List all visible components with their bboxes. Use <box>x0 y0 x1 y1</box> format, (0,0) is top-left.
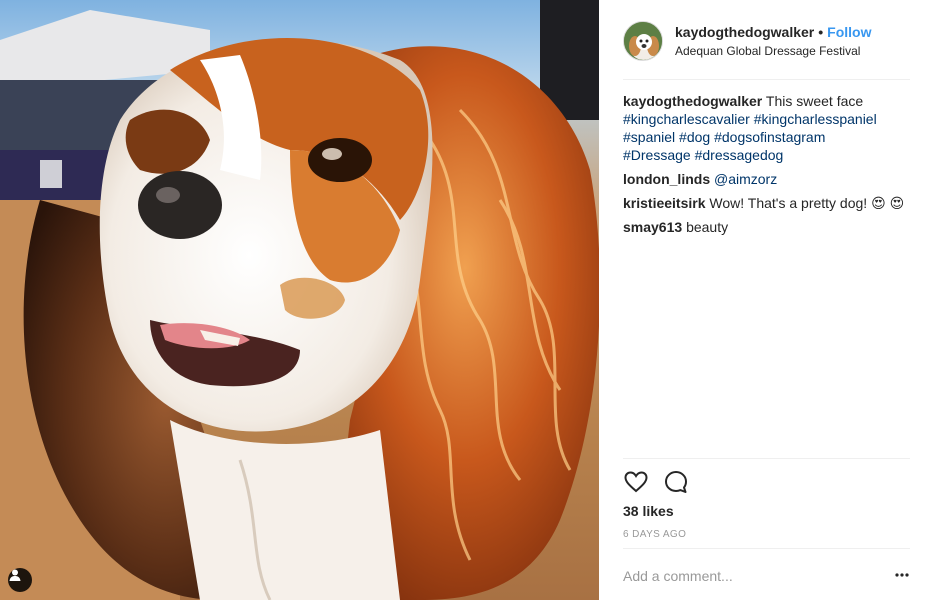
comment-mention[interactable]: @aimzorz <box>714 171 777 187</box>
post-actions: 38 likes 6 DAYS AGO <box>623 458 910 548</box>
comment-emoji: 😍 <box>889 195 905 211</box>
separator-dot: • <box>818 24 824 40</box>
caption-username[interactable]: kaydogthedogwalker <box>623 93 762 109</box>
follow-button[interactable]: Follow <box>827 24 871 40</box>
user-tag-icon[interactable] <box>8 568 32 592</box>
comment-username[interactable]: london_linds <box>623 171 710 187</box>
header-username[interactable]: kaydogthedogwalker <box>675 24 814 40</box>
hashtag[interactable]: #Dressage <box>623 147 691 163</box>
comment-text: Wow! That's a pretty dog! 😍 <box>709 195 886 211</box>
list-item: kristieeitsirk Wow! That's a pretty dog!… <box>623 194 910 212</box>
post-sidebar: kaydogthedogwalker • Follow Adequan Global… <box>599 0 934 600</box>
comment-username[interactable]: kristieeitsirk <box>623 195 706 211</box>
more-options-icon[interactable] <box>894 567 910 583</box>
hashtag[interactable]: #kingcharlescavalier <box>623 111 750 127</box>
post-photo[interactable] <box>0 0 599 600</box>
hashtag[interactable]: #dog <box>679 129 710 145</box>
list-item: london_linds @aimzorz <box>623 170 910 188</box>
location-link[interactable]: Adequan Global Dressage Festival <box>675 44 860 58</box>
heart-icon[interactable] <box>623 469 649 495</box>
hashtag[interactable]: #kingcharlesspaniel <box>754 111 877 127</box>
post-header: kaydogthedogwalker • Follow Adequan Global… <box>623 18 910 80</box>
hashtag[interactable]: #spaniel <box>623 129 675 145</box>
header-user-line: kaydogthedogwalker • Follow <box>675 24 872 40</box>
avatar[interactable] <box>623 21 663 61</box>
comment-username[interactable]: smay613 <box>623 219 682 235</box>
caption-text: This sweet face <box>765 93 864 109</box>
comments-list: kaydogthedogwalker This sweet face #king… <box>623 92 910 242</box>
hashtag[interactable]: #dressagedog <box>695 147 784 163</box>
timestamp: 6 DAYS AGO <box>623 529 687 540</box>
comment-text: beauty <box>686 219 729 235</box>
list-item: smay613 beauty <box>623 218 910 236</box>
add-comment-bar <box>623 548 910 600</box>
likes-count[interactable]: 38 likes <box>623 503 674 519</box>
caption: kaydogthedogwalker This sweet face #king… <box>623 92 910 164</box>
comment-icon[interactable] <box>663 469 689 495</box>
hashtag[interactable]: #dogsofinstagram <box>714 129 825 145</box>
comment-input[interactable] <box>623 563 873 589</box>
dog-photo-illustration <box>0 0 599 600</box>
